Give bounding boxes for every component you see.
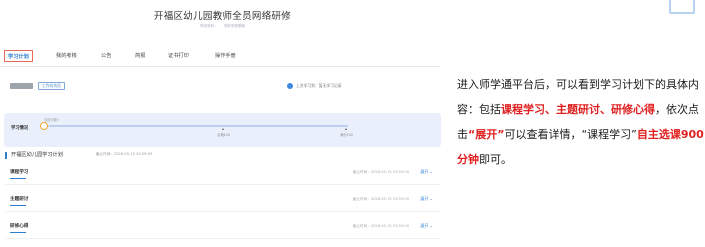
desc-text-4: 即可。 (479, 153, 512, 166)
expand-button[interactable]: 展开 ⌄ (420, 169, 433, 175)
section-name: 研修心得 (10, 224, 29, 229)
section-deadline: 截止时间：2026-05-15 23:59:00 (352, 224, 409, 228)
nav-divider (0, 66, 440, 67)
role-tag: 工作坊坊员 (38, 82, 65, 90)
plan-accent-bar (5, 152, 7, 159)
corner-frame-icon (669, 0, 695, 14)
clock-icon (287, 83, 293, 89)
top-nav: 学习计划 我的考核 公告 简报 证书打印 操作手册 (0, 50, 445, 64)
nav-item-bulletin[interactable]: 简报 (135, 52, 145, 59)
description-text: 进入师学通平台后，可以看到学习计划下的具体内容：包括课程学习、主题研讨、研修心得… (457, 72, 705, 172)
user-row: 工作坊坊员 上次学习到：暂无学习记录 (0, 80, 445, 92)
progress-box: 学习情况 当前分数0 合格100 满分100 (4, 113, 441, 147)
full-marker (345, 128, 347, 130)
section-name: 课程学习 (10, 170, 29, 175)
section-topic-discussion: 主题研讨 截止时间：2026-05-15 23:59:00 展开 ⌄ (5, 190, 441, 212)
last-learned-text[interactable]: 上次学习到：暂无学习记录 (296, 83, 342, 89)
progress-track (48, 125, 348, 128)
pass-marker-label: 合格100 (217, 133, 230, 137)
subject-label: 学段学科： (199, 24, 218, 28)
section-name: 主题研讨 (10, 197, 29, 202)
pass-marker (222, 128, 224, 130)
nav-item-certificate-print[interactable]: 证书打印 (168, 52, 189, 59)
nav-item-study-plan[interactable]: 学习计划 (4, 50, 33, 62)
site-title: 开福区幼儿园教师全员网络研修 (153, 11, 292, 22)
expand-button[interactable]: 展开 ⌄ (420, 196, 433, 202)
section-course-study: 课程学习 截止时间：2026-05-15 23:59:00 展开 ⌄ (5, 163, 441, 185)
subject-value: 学前学前教育 (223, 24, 246, 28)
current-score: 当前分数0 (44, 118, 59, 122)
nav-item-my-assessment[interactable]: 我的考核 (56, 52, 77, 59)
nav-item-announcement[interactable]: 公告 (101, 52, 111, 59)
section-underline (10, 232, 26, 234)
site-subtitle: 学段学科： 学前学前教育 (0, 24, 445, 29)
user-name-badge (10, 83, 33, 89)
section-deadline: 截止时间：2026-05-15 23:59:00 (352, 170, 409, 174)
progress-label: 学习情况 (11, 126, 29, 131)
section-deadline: 截止时间：2026-05-15 23:59:00 (352, 197, 409, 201)
plan-deadline: 截止时间：2026-05-15 23:59:59 (96, 152, 153, 156)
desc-text-3: 可以查看详情，“课程学习” (504, 128, 637, 141)
desc-highlight-expand: “展开” (468, 128, 505, 141)
screenshot-panel: 开福区幼儿园教师全员网络研修 学段学科： 学前学前教育 学习计划 我的考核 公告 … (0, 0, 445, 247)
section-underline (10, 178, 26, 180)
section-underline (10, 205, 26, 207)
plan-title: 开福区幼儿园学习计划 (11, 152, 63, 158)
expand-button[interactable]: 展开 ⌄ (420, 223, 433, 229)
progress-start-circle (40, 122, 48, 130)
full-marker-label: 满分100 (340, 133, 353, 137)
desc-highlight-modules: 课程学习、主题研讨、研修心得 (501, 103, 655, 116)
nav-item-manual[interactable]: 操作手册 (215, 52, 236, 59)
section-study-reflection: 研修心得 截止时间：2026-05-15 23:59:00 展开 ⌄ (5, 217, 441, 239)
